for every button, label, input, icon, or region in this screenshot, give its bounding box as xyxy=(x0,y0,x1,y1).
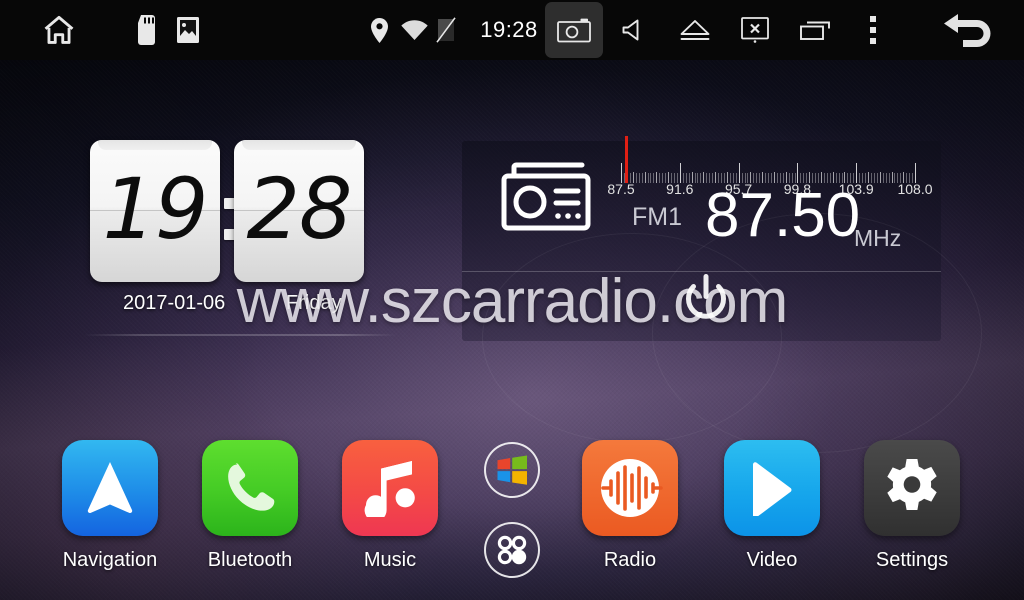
status-bar: 19:28 xyxy=(0,0,1024,60)
waveform-icon xyxy=(601,459,663,517)
app-tile-bluetooth[interactable] xyxy=(202,440,298,536)
tuning-tick-minor xyxy=(644,172,646,183)
app-tile-settings[interactable] xyxy=(864,440,960,536)
app-dock: Navigation Bluetooth Music Radio Video S… xyxy=(0,440,1024,600)
wifi-icon xyxy=(396,0,432,60)
clock-hours-card: 19 xyxy=(90,140,220,282)
tuning-tick-minor xyxy=(647,173,649,183)
clock-minutes: 28 xyxy=(246,160,353,258)
tuning-tick-minor xyxy=(873,173,875,183)
navigation-arrow-icon xyxy=(87,462,133,514)
tuning-tick-minor xyxy=(888,173,890,183)
tuning-tick-minor xyxy=(659,173,661,183)
app-label-bluetooth: Bluetooth xyxy=(207,549,293,571)
tuning-tick-minor xyxy=(638,173,640,183)
play-triangle-icon xyxy=(753,462,792,516)
status-clock: 19:28 xyxy=(480,17,538,42)
tuning-tick-major xyxy=(679,163,681,183)
phone-handset-icon xyxy=(228,463,275,511)
tuning-tick-minor xyxy=(641,173,643,183)
app-bluetooth[interactable]: Bluetooth xyxy=(190,440,310,572)
location-pin-icon xyxy=(364,0,394,60)
recent-apps-icon[interactable] xyxy=(788,0,842,60)
app-settings[interactable]: Settings xyxy=(852,440,972,572)
tuning-tick-minor xyxy=(635,173,637,183)
app-music[interactable]: Music xyxy=(330,440,450,572)
radio-tuning-scale[interactable]: 87.5 91.6 95.7 99.8 103.9 108.0 xyxy=(607,136,933,197)
tuning-tick-minor xyxy=(653,173,655,183)
head-unit-screen: 19:28 19 28 2017-01-06 Friday 87.5 91.6 … xyxy=(0,0,1024,600)
home-icon[interactable] xyxy=(28,0,90,60)
app-label-video: Video xyxy=(746,549,798,571)
tuning-tick-minor xyxy=(650,173,652,183)
power-button[interactable] xyxy=(680,272,732,324)
clock-date: 2017-01-06 xyxy=(123,292,226,314)
app-video[interactable]: Video xyxy=(712,440,832,572)
apps-grid-icon xyxy=(497,535,527,565)
eject-icon[interactable] xyxy=(668,0,722,60)
tuning-tick-minor xyxy=(891,172,893,183)
tuning-tick-minor xyxy=(885,173,887,183)
clock-widget-underline xyxy=(84,334,396,336)
tuning-scale-label: 91.6 xyxy=(666,181,694,197)
gear-icon xyxy=(887,459,937,510)
radio-icon xyxy=(500,158,592,232)
tuning-tick-minor xyxy=(700,173,702,183)
app-label-navigation: Navigation xyxy=(62,549,158,571)
tuning-tick-minor xyxy=(882,173,884,183)
app-navigation[interactable]: Navigation xyxy=(50,440,170,572)
tuning-tick-minor xyxy=(876,173,878,183)
app-radio[interactable]: Radio xyxy=(570,440,690,572)
tuning-tick-minor xyxy=(697,173,699,183)
radio-frequency-unit: MHz xyxy=(854,225,902,251)
app-label-radio: Radio xyxy=(603,549,657,571)
radio-band-label: FM1 xyxy=(632,203,682,231)
tuning-needle xyxy=(625,136,628,183)
app-tile-radio[interactable] xyxy=(582,440,678,536)
camera-icon[interactable] xyxy=(545,0,603,60)
overflow-menu-icon[interactable] xyxy=(850,0,896,60)
tuning-tick-minor xyxy=(656,172,658,183)
clock-minutes-card: 28 xyxy=(234,140,364,282)
tuning-scale-label: 87.5 xyxy=(607,181,635,197)
back-icon[interactable] xyxy=(928,0,1000,60)
tuning-tick-minor xyxy=(662,173,664,183)
tuning-scale-label: 108.0 xyxy=(897,181,933,197)
app-tile-video[interactable] xyxy=(724,440,820,536)
app-label-settings: Settings xyxy=(875,549,949,571)
clock-widget[interactable]: 19 28 2017-01-06 Friday xyxy=(84,134,399,336)
app-tile-music[interactable] xyxy=(342,440,438,536)
windows-button[interactable] xyxy=(484,442,540,498)
screen-off-icon[interactable] xyxy=(728,0,782,60)
tuning-tick-major xyxy=(915,163,916,183)
tuning-tick-minor xyxy=(894,173,896,183)
tuning-tick-minor xyxy=(694,173,696,183)
app-tile-navigation[interactable] xyxy=(62,440,158,536)
clock-weekday: Friday xyxy=(286,292,342,314)
music-note-icon xyxy=(364,461,415,517)
gallery-icon[interactable] xyxy=(168,0,208,60)
sim-off-icon xyxy=(430,0,462,60)
sd-card-icon[interactable] xyxy=(128,0,168,60)
radio-frequency: 87.50 xyxy=(705,181,861,250)
clock-hours: 19 xyxy=(102,160,209,258)
volume-icon[interactable] xyxy=(608,0,662,60)
windows-logo-icon xyxy=(497,455,527,485)
all-apps-button[interactable] xyxy=(484,522,540,578)
app-label-music: Music xyxy=(363,549,417,571)
tuning-tick-major xyxy=(621,163,622,183)
tuning-tick-minor xyxy=(879,172,881,183)
